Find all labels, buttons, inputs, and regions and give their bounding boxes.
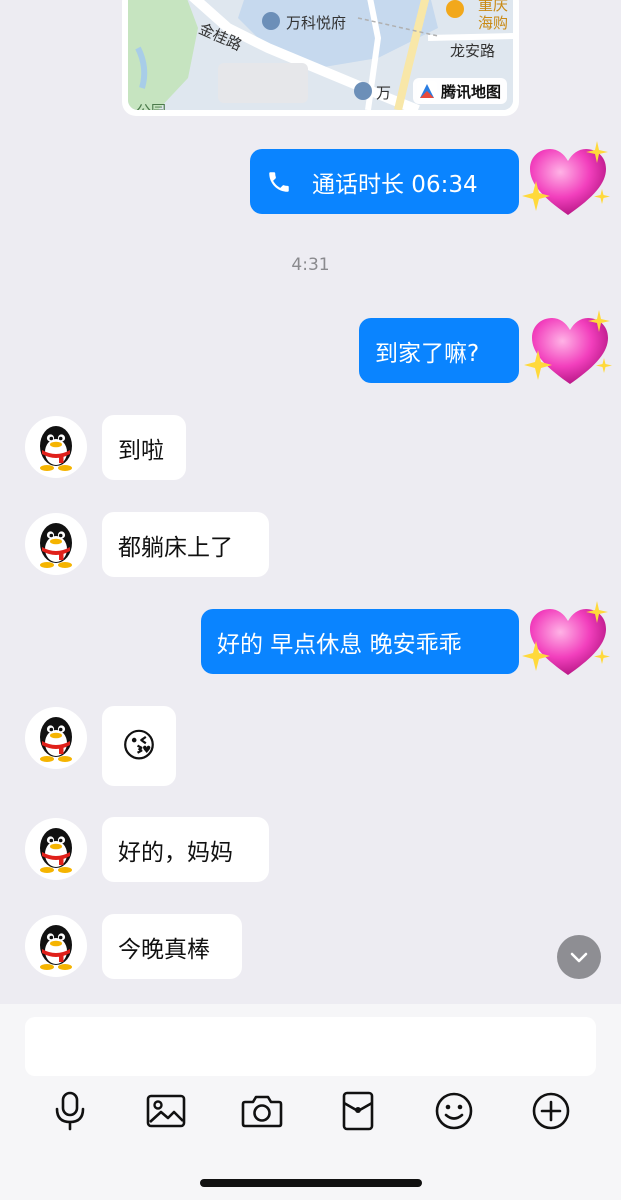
map-poi-pin-2: [354, 82, 372, 100]
kiss-emoji: 😘: [121, 726, 157, 766]
emoji-icon: [435, 1092, 473, 1130]
red-packet-icon: [342, 1091, 374, 1131]
message-bubble-received[interactable]: 都躺床上了: [102, 512, 269, 577]
chevron-down-icon: [570, 952, 588, 963]
sparkling-heart-icon: [522, 141, 610, 215]
map-label-park: 公园: [136, 100, 166, 110]
message-text: 到家了嘛?: [375, 340, 480, 367]
scroll-to-bottom-button[interactable]: [557, 935, 601, 979]
message-input[interactable]: [25, 1017, 596, 1076]
message-bubble-received[interactable]: 今晚真棒: [102, 914, 242, 979]
qq-penguin-avatar-icon: [40, 523, 72, 568]
phone-icon: [269, 171, 289, 192]
message-bubble-received[interactable]: 好的，妈妈: [102, 817, 269, 882]
tencent-map-label: 腾讯地图: [440, 82, 501, 101]
sparkling-heart-icon: [524, 310, 612, 384]
photo-album-button[interactable]: [144, 1089, 188, 1133]
emoji-button[interactable]: [432, 1089, 476, 1133]
call-duration-text: 通话时长 06:34: [312, 171, 478, 198]
tencent-map-logo-icon: [416, 81, 437, 101]
camera-icon: [241, 1095, 283, 1128]
call-record-bubble[interactable]: 通话时长 06:34: [250, 149, 519, 214]
contact-avatar[interactable]: [25, 707, 87, 769]
map-label-longan-road: 龙安路: [450, 42, 496, 60]
map-poi-pin: [262, 12, 280, 30]
message-bubble-sent[interactable]: 好的 早点休息 晚安乖乖: [201, 609, 519, 674]
message-bubble-received[interactable]: 到啦: [102, 415, 186, 480]
home-indicator[interactable]: [200, 1179, 422, 1187]
contact-avatar[interactable]: [25, 416, 87, 478]
tencent-map-badge: 腾讯地图: [412, 78, 507, 104]
plus-icon: [532, 1092, 570, 1130]
input-panel: [0, 1004, 621, 1200]
red-packet-button[interactable]: [336, 1089, 380, 1133]
image-icon: [146, 1094, 186, 1128]
message-text: 好的 早点休息 晚安乖乖: [217, 631, 462, 658]
timestamp-divider: 4:31: [291, 255, 330, 275]
camera-button[interactable]: [240, 1089, 284, 1133]
more-button[interactable]: [529, 1089, 573, 1133]
map-label-wanke: 万科悦府: [286, 14, 347, 32]
map-label-haigou: 海购: [478, 14, 509, 32]
voice-button[interactable]: [48, 1089, 92, 1133]
message-text: 到啦: [118, 437, 164, 464]
message-text: 都躺床上了: [118, 534, 233, 561]
map-shop-pin: [446, 0, 464, 18]
message-text: 好的，妈妈: [118, 839, 233, 866]
mic-icon: [55, 1091, 85, 1131]
qq-penguin-avatar-icon: [40, 925, 72, 970]
map-label-wan-partial: 万: [376, 84, 392, 102]
sparkling-heart-icon: [522, 601, 610, 675]
contact-avatar[interactable]: [25, 513, 87, 575]
message-bubble-sent[interactable]: 到家了嘛?: [359, 318, 519, 383]
qq-penguin-avatar-icon: [40, 717, 72, 762]
message-bubble-received[interactable]: 😘: [102, 706, 176, 786]
qq-penguin-avatar-icon: [40, 828, 72, 873]
location-map-card[interactable]: 金桂路 万科悦府 重庆 海购 龙安路 万 公园 腾讯地图: [122, 0, 519, 116]
contact-avatar[interactable]: [25, 915, 87, 977]
map-view[interactable]: 金桂路 万科悦府 重庆 海购 龙安路 万 公园 腾讯地图: [128, 0, 513, 110]
contact-avatar[interactable]: [25, 818, 87, 880]
qq-penguin-avatar-icon: [40, 426, 72, 471]
message-text: 今晚真棒: [118, 936, 210, 963]
